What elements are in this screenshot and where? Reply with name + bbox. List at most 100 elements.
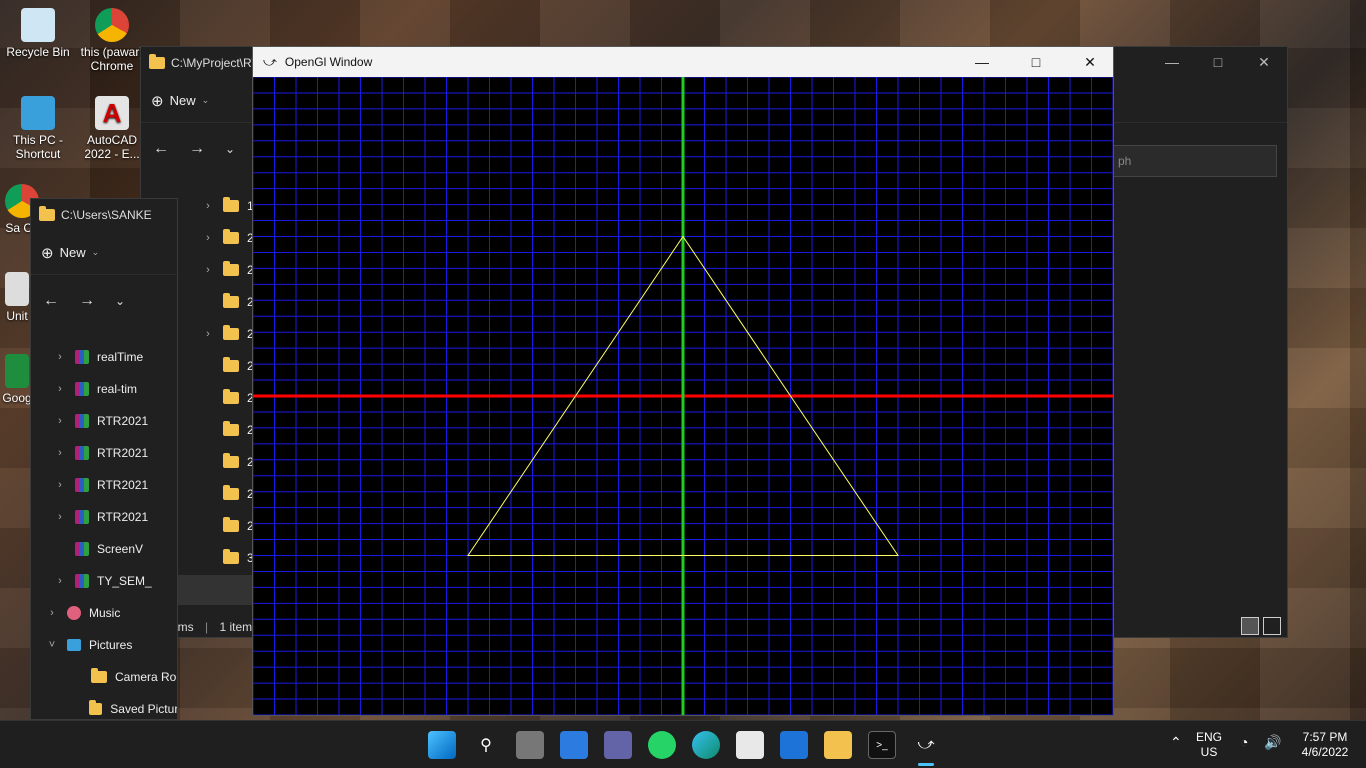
minimize-button[interactable]: — (959, 47, 1005, 77)
close-button[interactable]: ✕ (1241, 47, 1287, 77)
minimize-button[interactable]: — (1149, 47, 1195, 77)
back-arrow-icon[interactable]: ← (43, 292, 59, 310)
clock[interactable]: 7:57 PM 4/6/2022 (1292, 730, 1358, 760)
nav-tree-item[interactable]: › RTR2021 (45, 437, 177, 469)
chevron-down-icon: ⌄ (91, 247, 100, 257)
explorer-window-front[interactable]: C:\Users\SANKE ⊕ New ⌄ ← → ⌄ › realTime › r… (30, 198, 178, 720)
desktop-icon-chrome-profile[interactable]: this (pawar) Chrome (76, 8, 148, 73)
folder-row[interactable]: 2 (201, 446, 254, 478)
edge-icon[interactable] (692, 731, 720, 759)
opengl-title-bar[interactable]: ⤻ OpenGl Window — □ ✕ (253, 47, 1113, 77)
nav-tree-item[interactable]: Saved Picture (45, 693, 177, 719)
folder-icon (88, 700, 103, 715)
chevron-right-icon[interactable]: › (53, 351, 67, 363)
opengl-window[interactable]: ⤻ OpenGl Window — □ ✕ (252, 46, 1114, 716)
google-sheets-icon (5, 354, 29, 388)
folder-icon (223, 197, 239, 212)
desktop-icon-google[interactable]: Goog (0, 354, 34, 405)
winrar-archive-icon (75, 510, 89, 524)
nav-tree-label: Camera Roll (115, 670, 178, 684)
nav-tree-item[interactable]: ScreenV (45, 533, 177, 565)
maximize-button[interactable]: □ (1195, 47, 1241, 77)
nav-tree-item[interactable]: › RTR2021 (45, 405, 177, 437)
show-hidden-icons-chevron[interactable]: ⌃ (1170, 735, 1182, 750)
explorer-nav-bar: ← → ⌄ (31, 275, 177, 327)
desktop-icon-this-pc[interactable]: This PC - Shortcut (2, 96, 74, 161)
chevron-right-icon[interactable]: › (201, 328, 215, 340)
task-view-icon[interactable] (516, 731, 544, 759)
folder-row[interactable]: › 2 (201, 254, 254, 286)
back-arrow-icon[interactable]: ← (153, 140, 169, 158)
store-icon[interactable] (736, 731, 764, 759)
teams-icon[interactable] (604, 731, 632, 759)
chevron-right-icon[interactable]: › (53, 511, 67, 523)
recent-dropdown-icon[interactable]: ⌄ (225, 142, 235, 156)
nav-tree-item[interactable]: Camera Roll (45, 661, 178, 693)
mail-icon[interactable] (780, 731, 808, 759)
tiles-view-toggle[interactable] (1263, 617, 1281, 635)
minimize-icon: — (1165, 54, 1179, 70)
chevron-right-icon[interactable]: › (201, 200, 215, 212)
forward-arrow-icon[interactable]: → (189, 140, 205, 158)
chevron-right-icon[interactable]: › (53, 575, 67, 587)
nav-tree-item[interactable]: › RTR2021 (45, 501, 177, 533)
folder-row[interactable]: › 2 (201, 222, 254, 254)
folder-row[interactable]: › 1 (201, 190, 254, 222)
folder-row[interactable]: 2 (201, 350, 254, 382)
chevron-right-icon[interactable]: › (53, 415, 67, 427)
close-button[interactable]: ✕ (1067, 47, 1113, 77)
folder-row[interactable]: 2 (201, 414, 254, 446)
folder-icon (223, 485, 239, 500)
language-indicator[interactable]: ENG US (1196, 730, 1222, 760)
nav-tree-label: RTR2021 (97, 478, 149, 492)
maximize-button[interactable]: □ (1013, 47, 1059, 77)
network-icon[interactable]: ◔ (1240, 735, 1248, 750)
chevron-right-icon[interactable]: › (201, 232, 215, 244)
desktop-icon-recycle-bin[interactable]: Recycle Bin (2, 8, 74, 59)
folder-row[interactable]: 2 (201, 286, 254, 318)
nav-tree-item[interactable]: › TY_SEM_ (45, 565, 177, 597)
opengl-app-taskbar-icon[interactable]: ⤻ (912, 731, 940, 759)
volume-icon[interactable]: 🔊 (1264, 735, 1281, 750)
explorer-title-bar[interactable]: C:\Users\SANKE (31, 199, 177, 231)
chevron-down-icon[interactable]: ˅ (45, 639, 59, 651)
nav-tree-item[interactable]: › Music (45, 597, 177, 629)
new-button[interactable]: ⊕ New ⌄ (151, 92, 209, 110)
chevron-right-icon[interactable]: › (53, 447, 67, 459)
widgets-icon[interactable] (560, 731, 588, 759)
nav-tree-item[interactable]: › RTR2021 (45, 469, 177, 501)
forward-arrow-icon[interactable]: → (79, 292, 95, 310)
nav-tree-item[interactable]: › realTime (45, 341, 177, 373)
start-icon[interactable] (428, 731, 456, 759)
nav-tree-item[interactable]: › real-tim (45, 373, 177, 405)
folder-icon (223, 549, 239, 564)
details-view-toggle[interactable] (1241, 617, 1259, 635)
search-icon[interactable]: ⚲ (472, 731, 500, 759)
nav-tree-label: RTR2021 (97, 414, 149, 428)
chevron-right-icon[interactable]: › (201, 264, 215, 276)
desktop-icon-autocad[interactable]: A AutoCAD 2022 - E... (76, 96, 148, 161)
opengl-canvas[interactable] (253, 77, 1113, 715)
folder-row[interactable]: 2 (201, 510, 254, 542)
new-button[interactable]: ⊕ New ⌄ (41, 244, 99, 262)
file-explorer-icon[interactable] (824, 731, 852, 759)
whatsapp-icon[interactable] (648, 731, 676, 759)
folder-icon (223, 421, 239, 436)
recent-dropdown-icon[interactable]: ⌄ (115, 294, 125, 308)
terminal-icon[interactable]: >_ (868, 731, 896, 759)
chevron-right-icon[interactable]: › (45, 607, 59, 619)
desktop-icon-unit[interactable]: Unit (0, 272, 34, 323)
close-icon: ✕ (1258, 53, 1270, 70)
folder-row[interactable]: 2 (201, 478, 254, 510)
search-box[interactable]: ph (1113, 145, 1277, 177)
active-app-indicator (918, 763, 934, 766)
folder-row[interactable]: › 2 (201, 318, 254, 350)
nav-tree-label: RTR2021 (97, 510, 149, 524)
nav-tree-item[interactable]: ˅ Pictures (45, 629, 177, 661)
chevron-right-icon[interactable]: › (53, 383, 67, 395)
folder-row[interactable]: 3 (201, 542, 254, 574)
chevron-right-icon[interactable]: › (53, 479, 67, 491)
folder-icon (223, 325, 239, 340)
folder-row[interactable]: 2 (201, 382, 254, 414)
folder-icon (223, 229, 239, 244)
